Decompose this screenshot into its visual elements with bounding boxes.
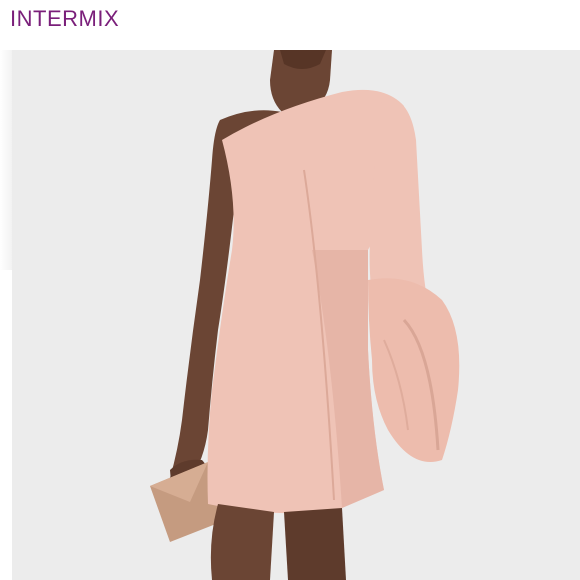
- product-photo: [12, 50, 580, 580]
- brand-logo-text: INTERMIX: [10, 6, 120, 31]
- model-left-leg: [210, 504, 274, 580]
- bell-sleeve-ruffle: [368, 278, 460, 462]
- product-photo-illustration: [150, 50, 460, 580]
- model-right-leg: [284, 508, 346, 580]
- photo-left-edge: [0, 50, 12, 270]
